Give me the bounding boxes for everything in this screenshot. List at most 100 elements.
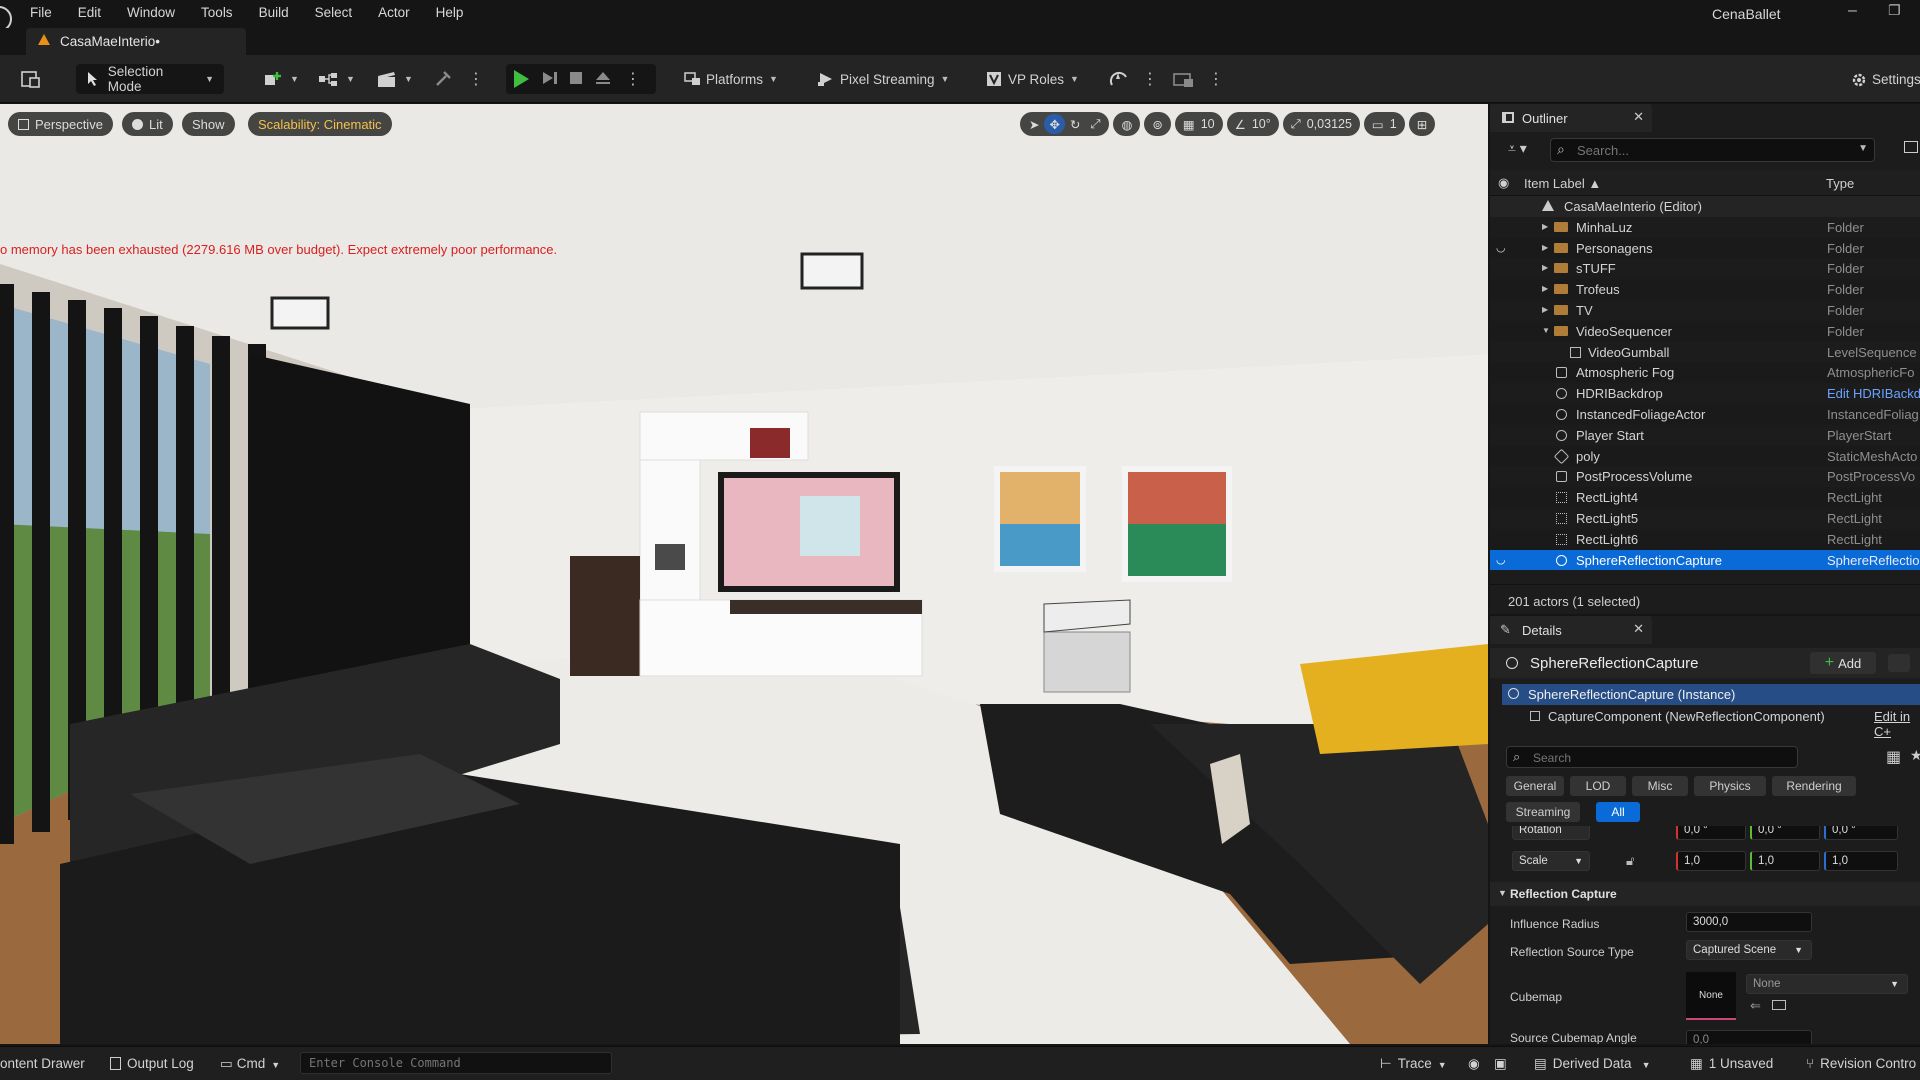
- outliner-row-rectlight6[interactable]: RectLight6 RectLight: [1490, 528, 1920, 550]
- restore-window-icon[interactable]: ❐: [1888, 2, 1901, 19]
- outliner-row-rectlight4[interactable]: RectLight4 RectLight: [1490, 487, 1920, 508]
- outliner-row-trofeus[interactable]: ▶ Trofeus Folder: [1490, 279, 1920, 300]
- reflection-capture-section[interactable]: ▼ Reflection Capture: [1490, 882, 1920, 906]
- viewport-layout-icon[interactable]: ⊞: [1408, 112, 1436, 136]
- menu-file[interactable]: File: [30, 3, 64, 22]
- filter-icon[interactable]: ⩡ ▾: [1508, 140, 1527, 157]
- lit-button[interactable]: Lit: [122, 112, 173, 136]
- menu-actor[interactable]: Actor: [378, 3, 422, 22]
- selection-mode-dropdown[interactable]: Selection Mode ▼: [76, 64, 224, 94]
- grid-snap-button[interactable]: ▦ 10: [1174, 112, 1223, 136]
- influence-radius-input[interactable]: 3000,0: [1686, 912, 1812, 932]
- star-icon[interactable]: ★: [1910, 747, 1920, 764]
- outliner-row-instanced-foliage[interactable]: InstancedFoliageActor InstancedFoliag: [1490, 403, 1920, 425]
- minimize-icon[interactable]: –: [1848, 2, 1857, 20]
- outliner-root-row[interactable]: CasaMaeInterio (Editor): [1490, 196, 1920, 217]
- expand-arrow-icon[interactable]: ▶: [1542, 305, 1548, 314]
- outliner-search-input[interactable]: [1577, 142, 1837, 158]
- blueprint-button[interactable]: ▼: [318, 64, 355, 94]
- surface-snapping-icon[interactable]: ⊚: [1144, 112, 1171, 136]
- details-search[interactable]: ⌕: [1506, 746, 1798, 768]
- collapse-arrow-icon[interactable]: ▼: [1542, 326, 1550, 335]
- add-actor-button[interactable]: ▼: [262, 64, 299, 94]
- lock-icon[interactable]: 🔓︎: [1626, 853, 1634, 869]
- expand-arrow-icon[interactable]: ▶: [1542, 284, 1548, 293]
- visibility-icon[interactable]: ◉: [1498, 175, 1509, 191]
- platforms-button[interactable]: Platforms ▼: [684, 64, 778, 94]
- build-icon[interactable]: [434, 64, 454, 94]
- chevron-down-icon[interactable]: ▼: [1858, 143, 1868, 154]
- output-log-button[interactable]: Output Log: [110, 1056, 194, 1071]
- select-tool-icon[interactable]: ➤: [1024, 117, 1044, 132]
- outliner-row-poly[interactable]: poly StaticMeshActo: [1490, 445, 1920, 467]
- rotation-z[interactable]: 0,0 °: [1824, 826, 1898, 840]
- edit-in-cpp-link[interactable]: Edit in C+: [1874, 709, 1920, 739]
- settings-button[interactable]: Settings: [1850, 64, 1920, 94]
- outliner-row-videogumball[interactable]: VideoGumball LevelSequence: [1490, 342, 1920, 363]
- show-button[interactable]: Show: [182, 112, 235, 136]
- perspective-button[interactable]: Perspective: [8, 112, 113, 136]
- expand-arrow-icon[interactable]: ▶: [1542, 222, 1548, 231]
- rotate-tool-icon[interactable]: ↻: [1065, 117, 1085, 132]
- outliner-row-stuff[interactable]: ▶ sTUFF Folder: [1490, 258, 1920, 279]
- screenshot-icon[interactable]: ▣: [1494, 1056, 1507, 1072]
- camera-speed-button[interactable]: ▭ 1: [1363, 112, 1405, 136]
- more-options-icon[interactable]: ⋮: [1208, 64, 1224, 94]
- add-component-button[interactable]: + Add: [1810, 652, 1876, 674]
- outliner-row-personagens[interactable]: ◡ ▶ Personagens Folder: [1490, 237, 1920, 259]
- derived-data-dropdown[interactable]: ▤ Derived Data ▼: [1534, 1056, 1650, 1072]
- level-viewport[interactable]: Perspective Lit Show Scalability: Cinema…: [0, 104, 1488, 1044]
- category-streaming[interactable]: Streaming: [1506, 802, 1580, 822]
- save-icon[interactable]: [20, 64, 42, 94]
- category-rendering[interactable]: Rendering: [1772, 776, 1856, 796]
- scale-z[interactable]: 1,0: [1824, 851, 1898, 871]
- scale-snap-button[interactable]: ⤢ 0,03125: [1282, 112, 1360, 136]
- outliner-row-tv[interactable]: ▶ TV Folder: [1490, 300, 1920, 321]
- more-options-icon[interactable]: ⋮: [468, 64, 484, 94]
- menu-select[interactable]: Select: [315, 3, 365, 22]
- translate-tool-icon[interactable]: ✥: [1044, 114, 1065, 134]
- close-icon[interactable]: ✕: [1633, 109, 1644, 125]
- source-control-icon[interactable]: [1108, 64, 1130, 94]
- play-options-icon[interactable]: ⋮: [625, 69, 641, 89]
- component-instance-row[interactable]: SphereReflectionCapture (Instance): [1502, 684, 1920, 705]
- outliner-search[interactable]: ⌕ ▼: [1550, 138, 1875, 162]
- scale-tool-icon[interactable]: ⤢: [1085, 117, 1105, 132]
- content-drawer-button[interactable]: ontent Drawer: [0, 1056, 85, 1071]
- visibility-icon[interactable]: ◡: [1496, 553, 1506, 566]
- pixel-streaming-button[interactable]: Pixel Streaming ▼: [818, 64, 949, 94]
- scale-x[interactable]: 1,0: [1676, 851, 1746, 871]
- property-matrix-icon[interactable]: ▦: [1886, 747, 1901, 767]
- source-angle-input[interactable]: 0,0: [1686, 1030, 1812, 1044]
- level-tab[interactable]: CasaMaeInterio•: [26, 28, 246, 55]
- blueprint-convert-icon[interactable]: [1888, 654, 1910, 672]
- menu-window[interactable]: Window: [127, 3, 187, 22]
- record-icon[interactable]: ◉: [1468, 1056, 1480, 1072]
- close-icon[interactable]: ✕: [1633, 621, 1644, 637]
- rotation-x[interactable]: 0,0 °: [1676, 826, 1746, 840]
- browse-folder-icon[interactable]: [1772, 1000, 1786, 1010]
- outliner-row-atmospheric-fog[interactable]: Atmospheric Fog AtmosphericFo: [1490, 362, 1920, 384]
- menu-tools[interactable]: Tools: [201, 3, 245, 22]
- scalability-button[interactable]: Scalability: Cinematic: [248, 112, 392, 136]
- details-tab[interactable]: ✎ Details ✕: [1490, 616, 1652, 644]
- play-icon[interactable]: [514, 70, 529, 88]
- console-command-input[interactable]: [309, 1056, 599, 1070]
- console-command-field[interactable]: [300, 1052, 612, 1074]
- step-icon[interactable]: [541, 70, 559, 89]
- capture-component-row[interactable]: CaptureComponent (NewReflectionComponent…: [1502, 706, 1920, 739]
- unsaved-button[interactable]: ▦ 1 Unsaved: [1690, 1056, 1773, 1072]
- scale-y[interactable]: 1,0: [1750, 851, 1820, 871]
- stop-icon[interactable]: [569, 71, 583, 88]
- edit-hdribackdrop-link[interactable]: Edit HDRIBackd: [1827, 386, 1920, 401]
- outliner-row-videosequencer[interactable]: ▼ VideoSequencer Folder: [1490, 320, 1920, 342]
- visibility-icon[interactable]: ◡: [1496, 241, 1506, 254]
- expand-arrow-icon[interactable]: ▶: [1542, 263, 1548, 272]
- rotation-dropdown[interactable]: Rotation: [1512, 826, 1590, 840]
- more-options-icon[interactable]: ⋮: [1142, 64, 1158, 94]
- world-partition-icon[interactable]: [1172, 64, 1196, 94]
- col-type[interactable]: Type: [1826, 176, 1854, 191]
- outliner-row-spherereflectioncapture[interactable]: ◡ SphereReflectionCapture SphereReflecti…: [1490, 549, 1920, 571]
- category-all[interactable]: All: [1596, 802, 1640, 822]
- menu-help[interactable]: Help: [436, 3, 476, 22]
